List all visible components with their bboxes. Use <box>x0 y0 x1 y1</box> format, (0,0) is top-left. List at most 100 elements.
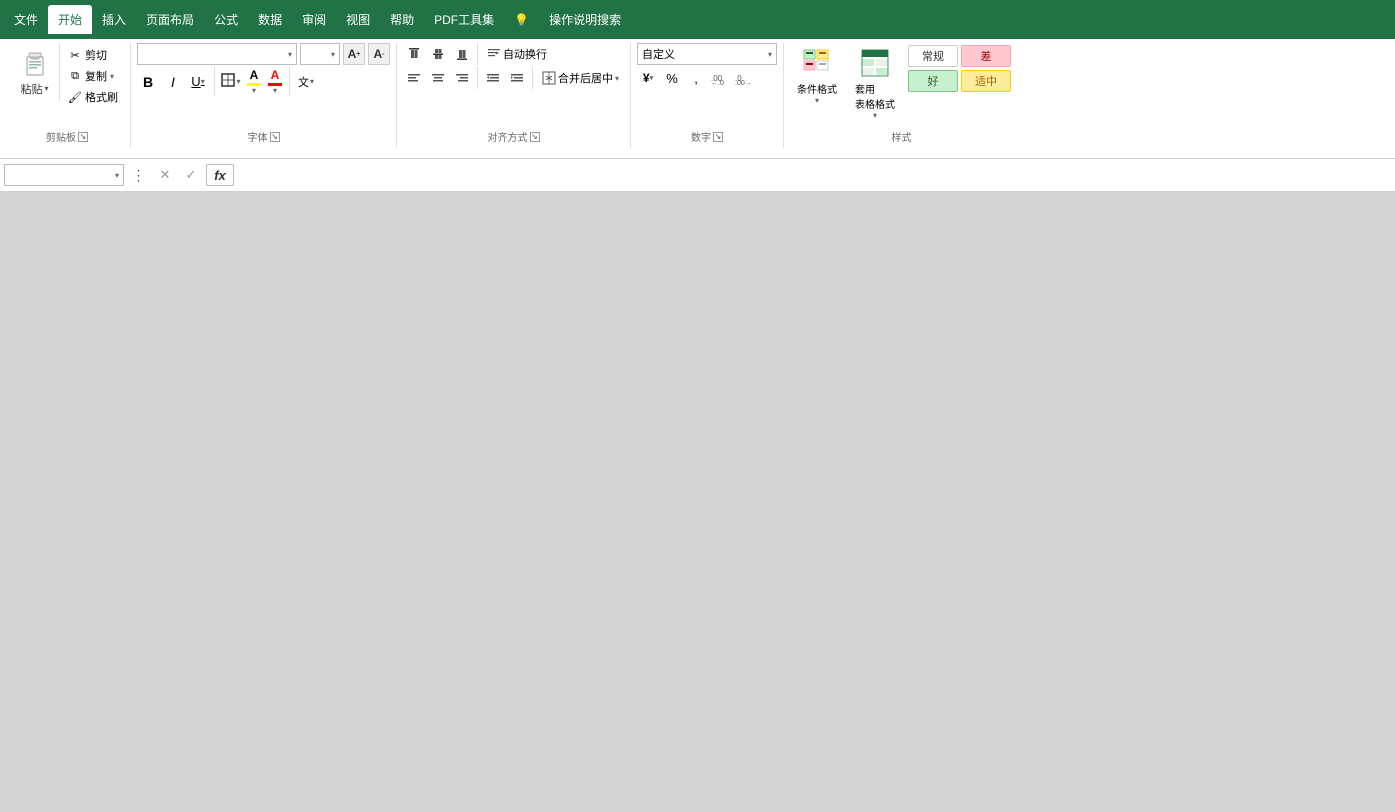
conditional-format-button[interactable]: 条件格式 ▾ <box>790 43 844 110</box>
number-format-dropdown-icon: ▾ <box>768 50 772 59</box>
menu-item-home[interactable]: 开始 <box>48 5 92 34</box>
cell-styles-group: 常规 差 好 适中 <box>906 43 1013 94</box>
cut-button[interactable]: ✂ 剪切 <box>64 45 122 65</box>
styles-group-content: 条件格式 ▾ 套用 表格格式 ▾ <box>790 43 1013 125</box>
increase-font-size-button[interactable]: A+ <box>343 43 365 65</box>
conditional-format-dropdown: ▾ <box>815 96 819 105</box>
align-middle-button[interactable] <box>427 43 449 65</box>
copy-dropdown-icon: ▾ <box>110 72 114 81</box>
number-group-content: 自定义 ▾ ¥ ▾ % , .00 ←.0 <box>637 43 777 89</box>
wen-icon: 文 <box>298 74 309 90</box>
align-expand-icon[interactable]: ↘ <box>530 132 540 142</box>
menu-item-review[interactable]: 审阅 <box>292 5 336 34</box>
insert-function-button[interactable]: fx <box>206 164 234 186</box>
percent-button[interactable]: % <box>661 67 683 89</box>
menu-item-help[interactable]: 帮助 <box>380 5 424 34</box>
font-color-icon: A <box>271 68 280 82</box>
border-dropdown-icon: ▾ <box>236 77 240 86</box>
menu-item-search[interactable]: 操作说明搜索 <box>539 5 631 34</box>
style-good-button[interactable]: 好 <box>908 70 958 92</box>
align-sep2 <box>477 67 478 89</box>
align-row1: 自动换行 <box>403 43 624 65</box>
increase-decimal-button[interactable]: .00 ←.0 <box>709 67 731 89</box>
table-style-label: 套用 表格格式 <box>855 81 895 111</box>
formula-bar: ▾ ⋮ ✕ ✓ fx <box>0 159 1395 192</box>
formula-bar-menu-button[interactable]: ⋮ <box>128 164 150 186</box>
merge-center-button[interactable]: 合并后居中 ▾ <box>537 67 624 89</box>
wen-button[interactable]: 文 ▾ <box>295 71 317 93</box>
align-group-content: 自动换行 <box>403 43 624 89</box>
clipboard-group-label: 剪贴板 ↘ <box>46 125 88 144</box>
menu-item-formula[interactable]: 公式 <box>204 5 248 34</box>
auto-wrap-label: 自动换行 <box>503 46 547 62</box>
currency-icon: ¥ <box>643 71 650 85</box>
paste-button[interactable]: 粘贴 ▾ <box>10 43 60 101</box>
ribbon-group-font: ▾ ▾ A+ A- B I U ▾ <box>131 43 397 148</box>
align-top-button[interactable] <box>403 43 425 65</box>
auto-wrap-button[interactable]: 自动换行 <box>482 43 552 65</box>
format-painter-button[interactable]: 🖌 格式刷 <box>64 87 122 107</box>
name-box-dropdown-icon: ▾ <box>115 171 119 180</box>
menu-bar: 文件 开始 插入 页面布局 公式 数据 审阅 视图 帮助 PDF工具集 💡 操作… <box>0 0 1395 39</box>
copy-icon: ⧉ <box>68 69 82 83</box>
style-neutral-button[interactable]: 适中 <box>961 70 1011 92</box>
currency-button[interactable]: ¥ ▾ <box>637 67 659 89</box>
underline-dropdown-icon: ▾ <box>201 77 205 86</box>
align-center-button[interactable] <box>427 67 449 89</box>
paste-dropdown-icon: ▾ <box>44 84 48 93</box>
style-row1: 常规 差 <box>908 45 1011 67</box>
clipboard-mini: ✂ 剪切 ⧉ 复制 ▾ 🖌 格式刷 <box>62 43 124 109</box>
font-size-selector[interactable]: ▾ <box>300 43 340 65</box>
menu-item-data[interactable]: 数据 <box>248 5 292 34</box>
menu-item-file[interactable]: 文件 <box>4 5 48 34</box>
table-style-button[interactable]: 套用 表格格式 ▾ <box>848 43 902 125</box>
font-name-selector[interactable]: ▾ <box>137 43 297 65</box>
fill-color-button[interactable]: A ▾ <box>245 67 263 96</box>
decrease-decimal-button[interactable]: .0 .00→ <box>733 67 755 89</box>
decrease-font-size-button[interactable]: A- <box>368 43 390 65</box>
paste-label: 粘贴 <box>20 81 42 97</box>
number-group-label: 数字 ↘ <box>691 125 723 144</box>
menu-item-pdf[interactable]: PDF工具集 <box>424 5 504 34</box>
style-bad-button[interactable]: 差 <box>961 45 1011 67</box>
border-icon <box>221 73 235 90</box>
style-normal-button[interactable]: 常规 <box>908 45 958 67</box>
cancel-formula-button[interactable]: ✕ <box>154 164 176 186</box>
align-right-button[interactable] <box>451 67 473 89</box>
italic-button[interactable]: I <box>162 71 184 93</box>
copy-button[interactable]: ⧉ 复制 ▾ <box>64 66 122 86</box>
align-left-button[interactable] <box>403 67 425 89</box>
font-separator-2 <box>289 67 290 96</box>
confirm-icon: ✓ <box>186 167 197 183</box>
border-button[interactable]: ▾ <box>220 71 242 93</box>
formula-input[interactable] <box>238 164 1391 186</box>
comma-button[interactable]: , <box>685 67 707 89</box>
conditional-format-icon <box>802 48 832 81</box>
number-expand-icon[interactable]: ↘ <box>713 132 723 142</box>
menu-item-view[interactable]: 视图 <box>336 5 380 34</box>
underline-button[interactable]: U ▾ <box>187 71 209 93</box>
font-expand-icon[interactable]: ↘ <box>270 132 280 142</box>
fill-color-icon: A <box>250 68 259 82</box>
menu-item-page-layout[interactable]: 页面布局 <box>136 5 204 34</box>
bold-button[interactable]: B <box>137 71 159 93</box>
menu-item-insert[interactable]: 插入 <box>92 5 136 34</box>
format-painter-icon: 🖌 <box>68 90 82 104</box>
font-group-content: ▾ ▾ A+ A- B I U ▾ <box>137 43 390 96</box>
align-bottom-button[interactable] <box>451 43 473 65</box>
confirm-formula-button[interactable]: ✓ <box>180 164 202 186</box>
number-row1: ¥ ▾ % , .00 ←.0 .0 .0 <box>637 67 777 89</box>
increase-indent-button[interactable] <box>506 67 528 89</box>
menu-item-lightbulb[interactable]: 💡 <box>504 7 539 33</box>
format-painter-label: 格式刷 <box>85 89 118 105</box>
name-box[interactable]: ▾ <box>4 164 124 186</box>
number-format-selector[interactable]: 自定义 ▾ <box>637 43 777 65</box>
merge-dropdown-icon: ▾ <box>615 74 619 83</box>
clipboard-expand-icon[interactable]: ↘ <box>78 132 88 142</box>
cut-icon: ✂ <box>68 48 82 62</box>
align-sep3 <box>532 67 533 89</box>
number-format-value: 自定义 <box>642 46 675 62</box>
decrease-indent-button[interactable] <box>482 67 504 89</box>
font-color-button[interactable]: A ▾ <box>266 67 284 96</box>
merge-label: 合并后居中 <box>558 70 613 86</box>
